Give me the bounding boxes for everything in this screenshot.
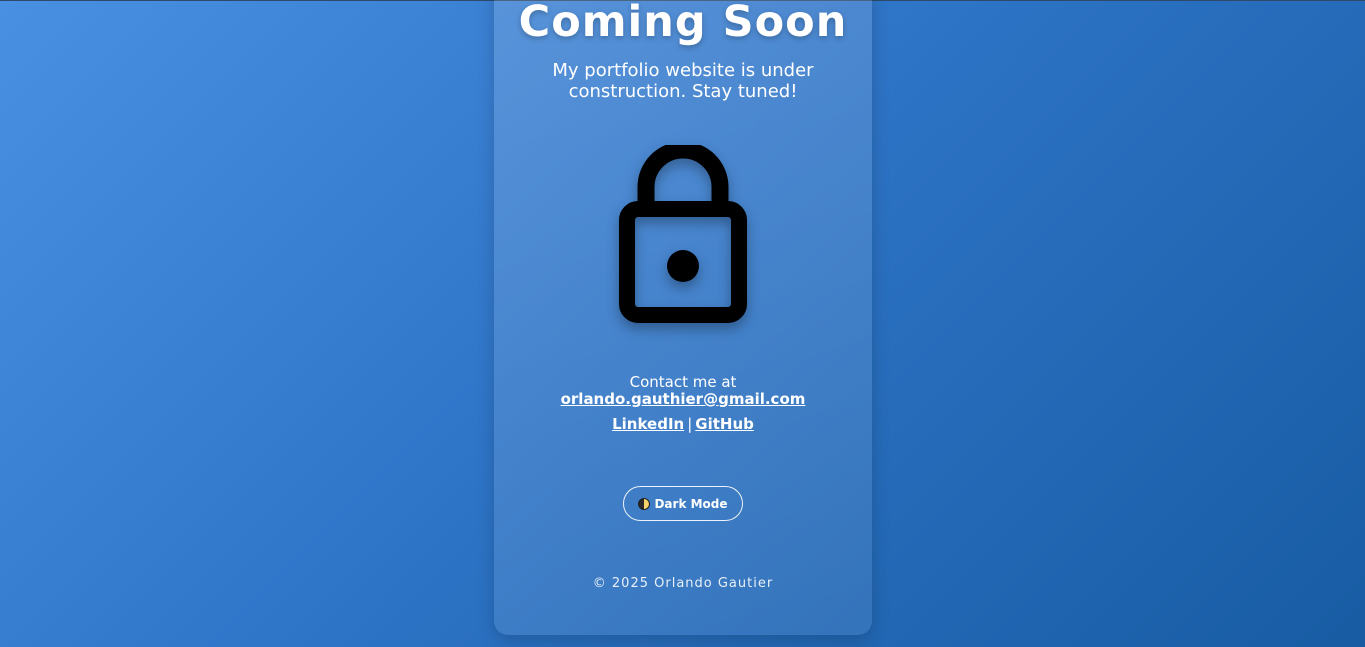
lock-icon (619, 145, 747, 323)
contact-label: Contact me at (629, 373, 737, 391)
email-link[interactable]: orlando.gauthier@gmail.com (561, 390, 806, 408)
social-links: LinkedIn | GitHub (494, 414, 872, 434)
copyright-footer: © 2025 Orlando Gautier (592, 576, 774, 591)
link-separator: | (687, 415, 693, 433)
dark-mode-toggle-button[interactable]: Dark Mode (623, 486, 743, 521)
linkedin-link[interactable]: LinkedIn (612, 415, 684, 433)
github-link[interactable]: GitHub (695, 415, 754, 433)
half-moon-icon (638, 497, 651, 510)
page-title: Coming Soon (518, 0, 848, 47)
contact-block: Contact me at orlando.gauthier@gmail.com (494, 374, 872, 408)
coming-soon-card: Coming Soon My portfolio website is unde… (494, 0, 872, 635)
dark-mode-label: Dark Mode (654, 496, 728, 511)
page-subtitle: My portfolio website is under constructi… (552, 60, 814, 102)
